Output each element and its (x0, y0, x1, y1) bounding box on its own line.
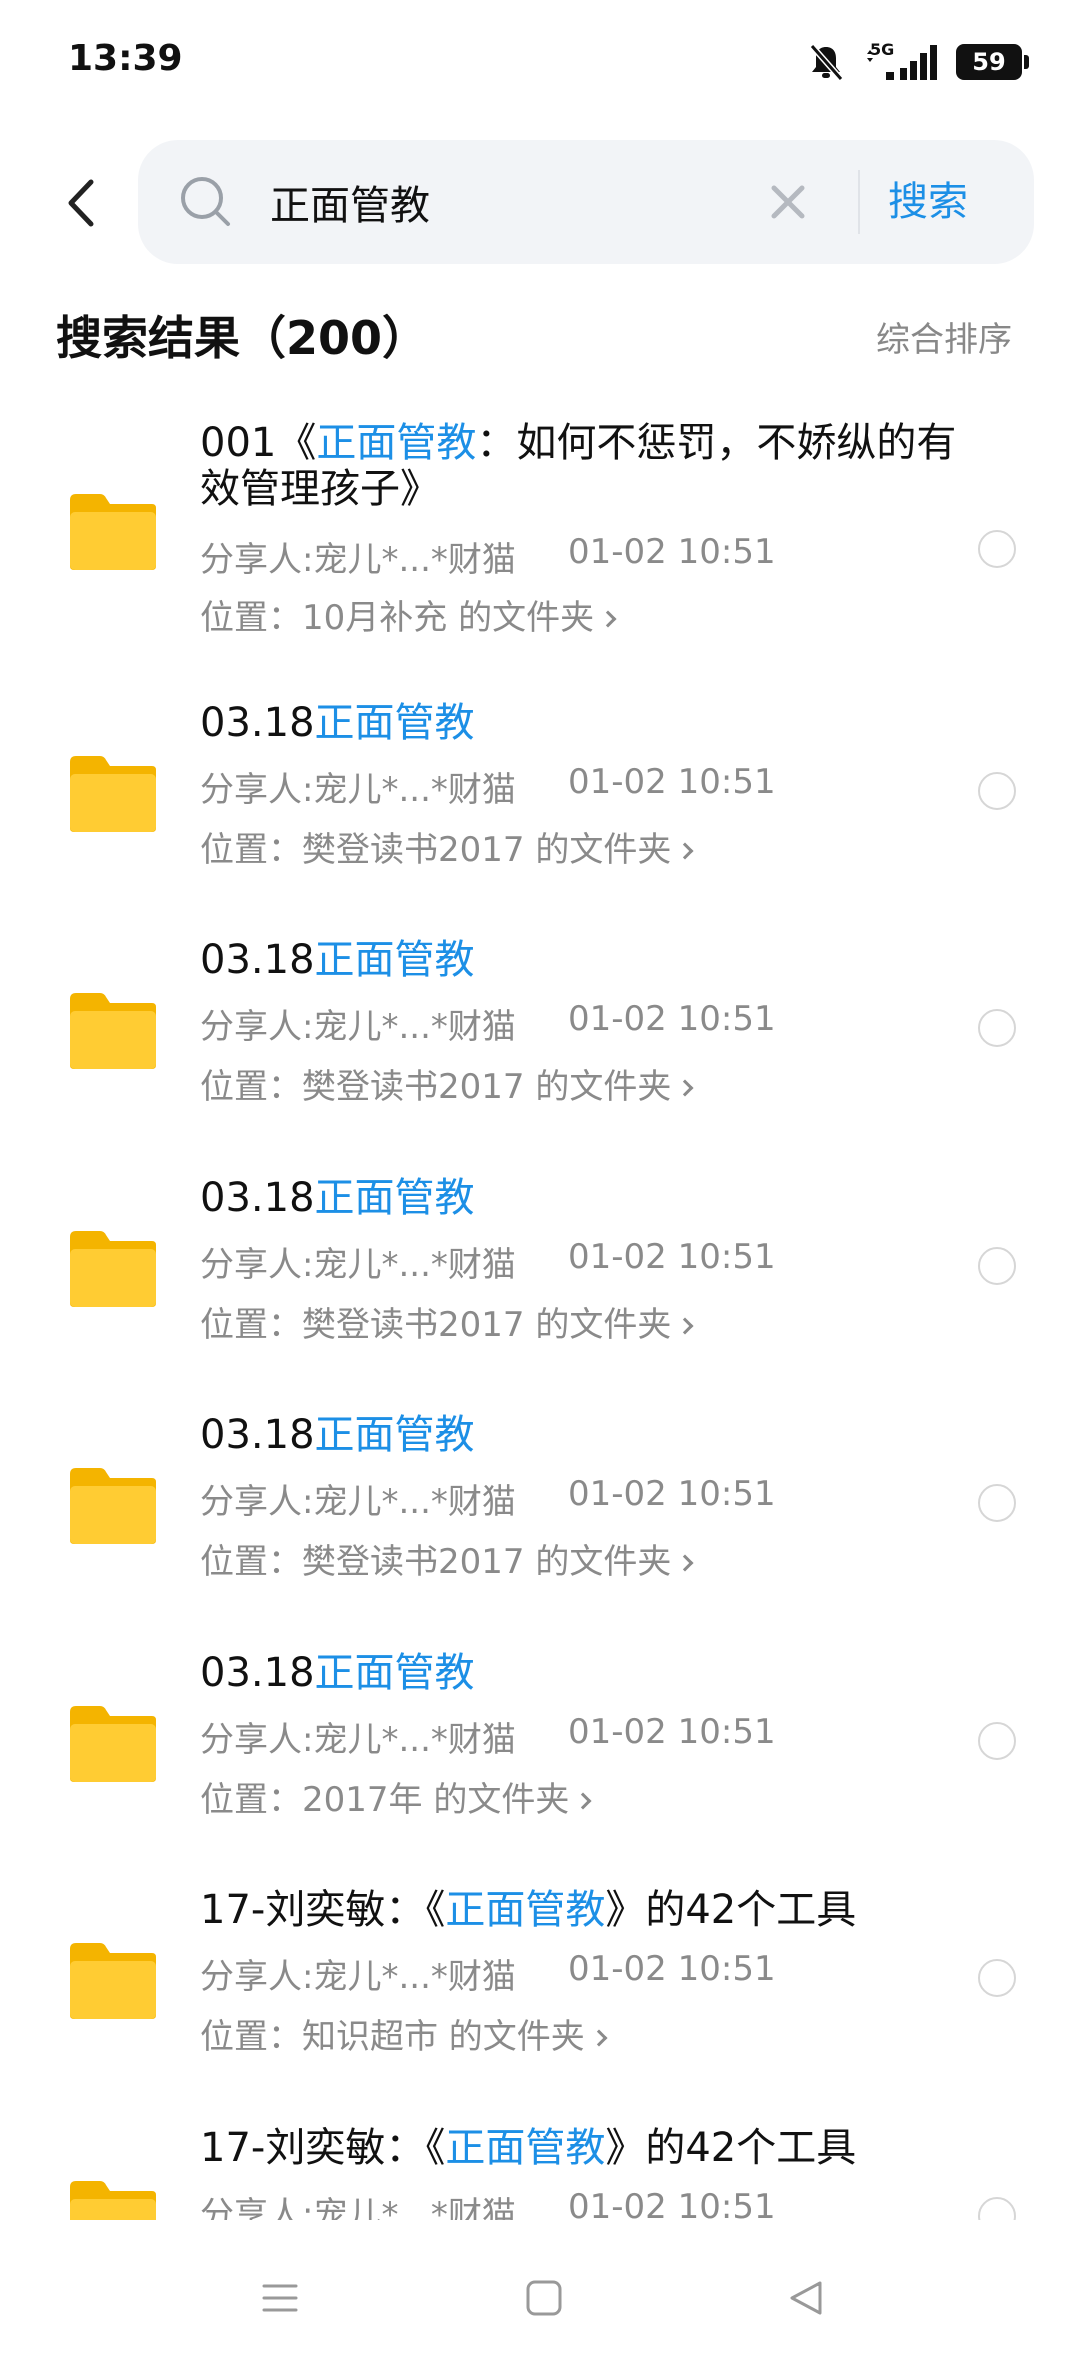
select-checkbox[interactable] (978, 1484, 1016, 1522)
location-link[interactable]: 位置：樊登读书2017 的文件夹 (200, 822, 694, 871)
location-link[interactable]: 位置：樊登读书2017 的文件夹 (200, 1059, 694, 1108)
folder-icon (70, 1943, 156, 2019)
list-item[interactable]: 03.18正面管教 分享人:宠儿*...*财猫 01-02 10:51 位置：樊… (0, 937, 1080, 1137)
location-link[interactable]: 位置：知识超市 的文件夹 (200, 2009, 608, 2058)
share-date: 01-02 10:51 (568, 1237, 776, 1277)
file-name: 03.18正面管教 (200, 1650, 475, 1696)
location-link[interactable]: 位置：樊登读书2017 的文件夹 (200, 1297, 694, 1346)
back-arrow-icon (68, 179, 94, 227)
folder-icon (70, 1706, 156, 1782)
file-name: 03.18正面管教 (200, 1175, 475, 1221)
folder-icon (70, 1231, 156, 1307)
chevron-right-icon (574, 1792, 592, 1810)
chevron-right-icon (676, 1079, 694, 1097)
sharer: 分享人:宠儿*...*财猫 (200, 770, 516, 810)
sharer: 分享人:宠儿*...*财猫 (200, 1720, 516, 1760)
status-time: 13:39 (68, 38, 183, 79)
list-item[interactable]: 03.18正面管教 分享人:宠儿*...*财猫 01-02 10:51 位置：2… (0, 1650, 1080, 1850)
sharer: 分享人:宠儿*...*财猫 (200, 1482, 516, 1522)
file-name: 03.18正面管教 (200, 700, 475, 746)
results-list: 001《正面管教：如何不惩罚，不娇纵的有效管理孩子》 分享人:宠儿*...*财猫… (0, 400, 1080, 2220)
home-button[interactable] (514, 2268, 574, 2328)
select-checkbox[interactable] (978, 1247, 1016, 1285)
select-checkbox[interactable] (978, 530, 1016, 568)
share-date: 01-02 10:51 (568, 762, 776, 802)
results-title: 搜索结果（200） (56, 311, 429, 365)
share-date: 01-02 10:51 (568, 1474, 776, 1514)
status-bar: 13:39 5G 59 (0, 0, 1080, 125)
status-icons: 5G 59 (806, 38, 1029, 86)
share-date: 01-02 10:51 (568, 1712, 776, 1752)
file-name: 03.18正面管教 (200, 937, 475, 983)
chevron-right-icon (676, 842, 694, 860)
chevron-right-icon (599, 610, 617, 628)
file-name: 03.18正面管教 (200, 1412, 475, 1458)
search-divider (858, 170, 860, 234)
sharer: 分享人:宠儿*...*财猫 (200, 1007, 516, 1047)
select-checkbox[interactable] (978, 772, 1016, 810)
sharer: 分享人:宠儿*...*财猫 (200, 1957, 516, 1997)
share-date: 01-02 10:51 (568, 999, 776, 1039)
select-checkbox[interactable] (978, 1722, 1016, 1760)
signal-icon (867, 45, 937, 80)
share-date: 01-02 10:51 (568, 532, 776, 572)
list-item[interactable]: 17-刘奕敏：《正面管教》的42个工具 分享人:宠儿*...*财猫 01-02 … (0, 2125, 1080, 2220)
list-item[interactable]: 001《正面管教：如何不惩罚，不娇纵的有效管理孩子》 分享人:宠儿*...*财猫… (0, 420, 1080, 680)
back-triangle-icon (790, 2281, 822, 2315)
search-button[interactable]: 搜索 (888, 168, 968, 236)
sharer: 分享人:宠儿*...*财猫 (200, 540, 516, 580)
folder-icon (70, 756, 156, 832)
location-link[interactable]: 位置：10月补充 的文件夹 (200, 590, 617, 639)
list-item[interactable]: 17-刘奕敏：《正面管教》的42个工具 分享人:宠儿*...*财猫 01-02 … (0, 1887, 1080, 2087)
system-nav-bar (0, 2220, 1080, 2376)
signal-group: 5G (864, 40, 938, 82)
battery-level: 59 (972, 48, 1006, 76)
sort-button[interactable]: 综合排序 (876, 312, 1012, 361)
share-date: 01-02 10:51 (568, 1949, 776, 1989)
select-checkbox[interactable] (978, 2197, 1016, 2220)
list-item[interactable]: 03.18正面管教 分享人:宠儿*...*财猫 01-02 10:51 位置：樊… (0, 700, 1080, 900)
search-icon (181, 177, 230, 226)
select-checkbox[interactable] (978, 1959, 1016, 1997)
search-box: 搜索 (138, 140, 1034, 264)
system-back-button[interactable] (776, 2268, 836, 2328)
file-name: 17-刘奕敏：《正面管教》的42个工具 (200, 2125, 857, 2171)
menu-button[interactable] (250, 2268, 310, 2328)
menu-icon (262, 2284, 298, 2312)
folder-icon (70, 2181, 156, 2220)
folder-icon (70, 494, 156, 570)
file-name: 17-刘奕敏：《正面管教》的42个工具 (200, 1887, 857, 1933)
battery-indicator: 59 (956, 44, 1029, 80)
bell-muted-icon (809, 44, 844, 81)
folder-icon (70, 1468, 156, 1544)
clear-search-button[interactable] (762, 176, 814, 228)
close-icon (771, 185, 805, 219)
share-date: 01-02 10:51 (568, 2187, 776, 2220)
list-item[interactable]: 03.18正面管教 分享人:宠儿*...*财猫 01-02 10:51 位置：樊… (0, 1412, 1080, 1612)
chevron-right-icon (676, 1317, 694, 1335)
folder-icon (70, 993, 156, 1069)
file-name: 001《正面管教：如何不惩罚，不娇纵的有效管理孩子》 (200, 420, 957, 512)
back-button[interactable] (50, 168, 110, 238)
location-link[interactable]: 位置：樊登读书2017 的文件夹 (200, 1534, 694, 1583)
sharer: 分享人:宠儿*...*财猫 (200, 1245, 516, 1285)
select-checkbox[interactable] (978, 1009, 1016, 1047)
list-item[interactable]: 03.18正面管教 分享人:宠儿*...*财猫 01-02 10:51 位置：樊… (0, 1175, 1080, 1375)
home-square-icon (526, 2280, 562, 2316)
sharer: 分享人:宠儿*...*财猫 (200, 2195, 516, 2220)
location-link[interactable]: 位置：2017年 的文件夹 (200, 1772, 592, 1821)
chevron-right-icon (590, 2029, 608, 2047)
chevron-right-icon (676, 1554, 694, 1572)
